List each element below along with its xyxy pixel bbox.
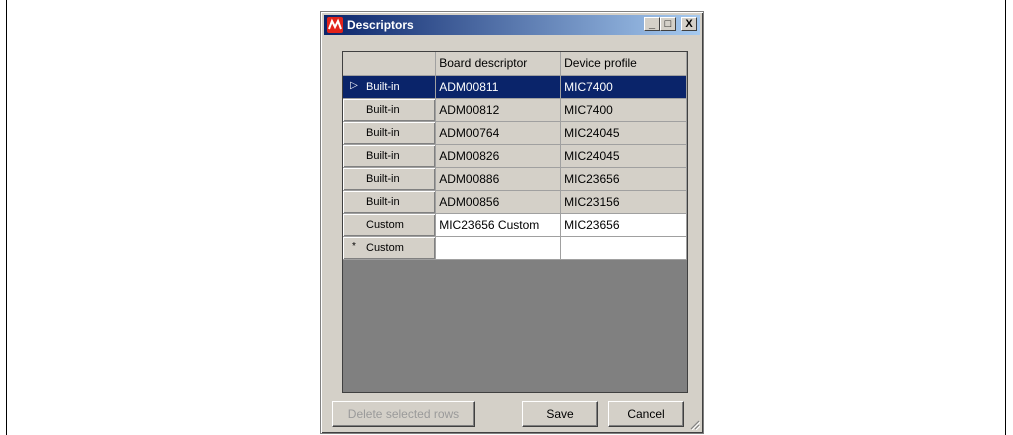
row-header[interactable]: Built-in bbox=[343, 167, 437, 191]
page-border-right bbox=[1005, 0, 1006, 435]
close-button[interactable]: X bbox=[681, 17, 697, 31]
board-descriptor-cell[interactable]: ADM00812 bbox=[435, 98, 562, 122]
row-header[interactable]: Built-in bbox=[343, 190, 437, 214]
resize-grip-icon[interactable] bbox=[688, 418, 700, 430]
row-header[interactable]: Built-in bbox=[343, 98, 437, 122]
row-type-label: Built-in bbox=[366, 80, 400, 93]
device-profile-cell[interactable]: MIC23656 bbox=[560, 213, 687, 237]
board-descriptor-cell[interactable]: ADM00811 bbox=[435, 75, 562, 99]
page-border-left bbox=[6, 0, 7, 435]
maximize-button[interactable]: □ bbox=[660, 17, 676, 31]
row-header[interactable]: Built-in bbox=[343, 121, 437, 145]
header-row: Board descriptor Device profile bbox=[343, 52, 687, 76]
row-type-label: Custom bbox=[366, 241, 404, 254]
device-profile-cell[interactable]: MIC23156 bbox=[560, 190, 687, 214]
device-profile-cell[interactable]: MIC7400 bbox=[560, 75, 687, 99]
board-descriptor-cell[interactable]: ADM00764 bbox=[435, 121, 562, 145]
table-row[interactable]: Built-in ADM00826 MIC24045 bbox=[343, 144, 687, 168]
descriptors-dialog: Descriptors _ □ X Board descriptor Devic… bbox=[320, 11, 704, 434]
device-profile-cell[interactable]: MIC24045 bbox=[560, 121, 687, 145]
new-row-asterisk-icon: * bbox=[352, 240, 356, 252]
row-type-label: Built-in bbox=[366, 195, 400, 208]
device-profile-cell[interactable]: MIC24045 bbox=[560, 144, 687, 168]
new-row[interactable]: * Custom bbox=[343, 236, 687, 260]
row-header[interactable]: ▷ Built-in bbox=[343, 75, 437, 99]
cancel-button[interactable]: Cancel bbox=[608, 401, 684, 427]
delete-selected-rows-button[interactable]: Delete selected rows bbox=[332, 401, 475, 427]
corner-header[interactable] bbox=[343, 52, 437, 76]
title-bar[interactable]: Descriptors _ □ X bbox=[324, 15, 700, 35]
row-header[interactable]: * Custom bbox=[343, 236, 437, 260]
device-profile-cell[interactable] bbox=[560, 236, 687, 260]
column-header-board-descriptor[interactable]: Board descriptor bbox=[435, 52, 562, 76]
device-profile-cell[interactable]: MIC7400 bbox=[560, 98, 687, 122]
table-row[interactable]: Built-in ADM00764 MIC24045 bbox=[343, 121, 687, 145]
window-title: Descriptors bbox=[347, 18, 414, 32]
save-button[interactable]: Save bbox=[522, 401, 598, 427]
row-type-label: Built-in bbox=[366, 126, 400, 139]
column-header-device-profile[interactable]: Device profile bbox=[560, 52, 687, 76]
minimize-button[interactable]: _ bbox=[644, 17, 660, 31]
device-profile-cell[interactable]: MIC23656 bbox=[560, 167, 687, 191]
table-row[interactable]: Built-in ADM00812 MIC7400 bbox=[343, 98, 687, 122]
table-row[interactable]: ▷ Built-in ADM00811 MIC7400 bbox=[343, 75, 687, 99]
table-row[interactable]: Built-in ADM00856 MIC23156 bbox=[343, 190, 687, 214]
board-descriptor-cell[interactable]: MIC23656 Custom bbox=[435, 213, 562, 237]
current-row-icon: ▷ bbox=[350, 79, 358, 91]
row-type-label: Built-in bbox=[366, 103, 400, 116]
row-type-label: Built-in bbox=[366, 172, 400, 185]
board-descriptor-cell[interactable]: ADM00826 bbox=[435, 144, 562, 168]
microchip-logo-icon bbox=[327, 17, 343, 33]
row-type-label: Built-in bbox=[366, 149, 400, 162]
row-header[interactable]: Custom bbox=[343, 213, 437, 237]
board-descriptor-cell[interactable]: ADM00856 bbox=[435, 190, 562, 214]
row-type-label: Custom bbox=[366, 218, 404, 231]
table-row[interactable]: Custom MIC23656 Custom MIC23656 bbox=[343, 213, 687, 237]
board-descriptor-cell[interactable] bbox=[435, 236, 562, 260]
descriptors-grid[interactable]: Board descriptor Device profile ▷ Built-… bbox=[342, 51, 688, 393]
table-row[interactable]: Built-in ADM00886 MIC23656 bbox=[343, 167, 687, 191]
row-header[interactable]: Built-in bbox=[343, 144, 437, 168]
descriptors-table: Board descriptor Device profile ▷ Built-… bbox=[343, 52, 687, 260]
board-descriptor-cell[interactable]: ADM00886 bbox=[435, 167, 562, 191]
